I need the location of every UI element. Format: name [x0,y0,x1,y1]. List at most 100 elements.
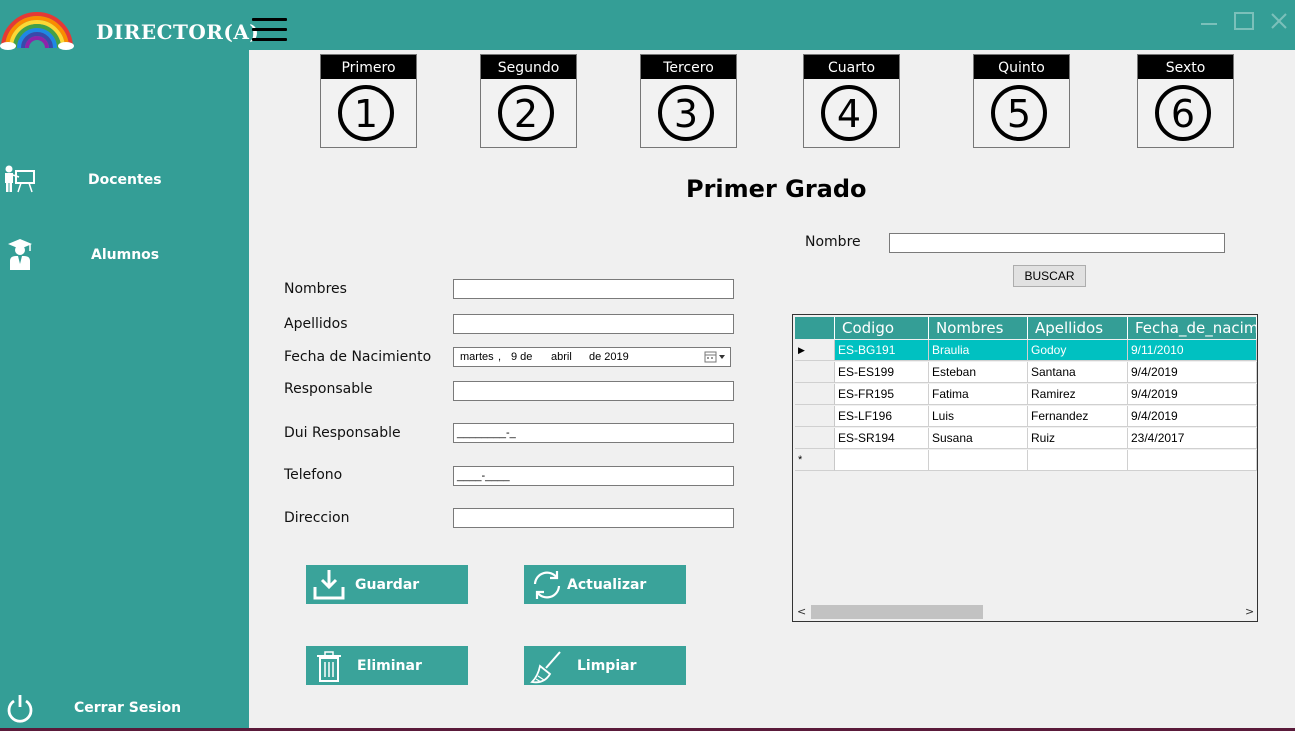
telefono-label: Telefono [284,467,343,483]
cell-fecha[interactable]: 23/4/2017 [1128,428,1257,449]
cell-apellidos[interactable]: Ruiz [1028,428,1128,449]
maximize-icon[interactable] [1233,10,1255,32]
column-header-nombres[interactable]: Nombres [929,317,1028,339]
grade-number-icon: 2 [498,85,554,141]
buscar-button[interactable]: BUSCAR [1013,265,1086,287]
cell-codigo[interactable] [835,450,929,471]
grade-label: Primero [321,55,416,79]
limpiar-button[interactable]: Limpiar [524,646,686,685]
cell-fecha[interactable]: 9/11/2010 [1128,340,1257,361]
minimize-icon[interactable] [1198,10,1220,32]
menu-icon[interactable] [252,18,288,46]
fecha-nacimiento-picker[interactable]: martes , 9 de abril de 2019 [453,347,731,367]
limpiar-label: Limpiar [577,658,637,674]
cell-nombres[interactable]: Esteban [929,362,1028,383]
nombres-input[interactable] [453,279,734,299]
close-icon[interactable] [1268,10,1290,32]
cell-apellidos[interactable]: Fernandez [1028,406,1128,427]
grade-button-sexto[interactable]: Sexto 6 [1137,54,1234,148]
search-label: Nombre [805,234,861,250]
grade-button-segundo[interactable]: Segundo 2 [480,54,577,148]
scroll-right-icon[interactable]: > [1245,604,1254,620]
grade-number-icon: 5 [991,85,1047,141]
cell-codigo[interactable]: ES-LF196 [835,406,929,427]
calendar-dropdown-icon[interactable] [704,350,728,367]
table-row[interactable]: ES-FR195 Fatima Ramirez 9/4/2019 [795,384,1257,406]
telefono-input[interactable]: ____-____ [453,466,734,486]
dui-responsable-input[interactable]: ________-_ [453,423,734,443]
sidebar [0,0,249,728]
dui-responsable-label: Dui Responsable [284,425,401,441]
row-header[interactable] [795,362,835,383]
sidebar-item-label: Alumnos [91,247,160,263]
cell-fecha[interactable]: 9/4/2019 [1128,384,1257,405]
eliminar-button[interactable]: Eliminar [306,646,468,685]
cell-fecha[interactable]: 9/4/2019 [1128,362,1257,383]
eliminar-label: Eliminar [357,658,422,674]
cell-apellidos[interactable] [1028,450,1128,471]
row-header[interactable] [795,428,835,449]
cell-nombres[interactable]: Luis [929,406,1028,427]
trash-icon [312,650,346,686]
date-month: abril [551,351,572,363]
grade-button-tercero[interactable]: Tercero 3 [640,54,737,148]
actualizar-label: Actualizar [567,577,647,593]
app-title: DIRECTOR(A) [96,20,260,44]
table-row[interactable]: ES-ES199 Esteban Santana 9/4/2019 [795,362,1257,384]
nombres-label: Nombres [284,281,347,297]
guardar-label: Guardar [355,577,420,593]
horizontal-scrollbar[interactable]: < > [793,604,1255,620]
cell-codigo[interactable]: ES-BG191 [835,340,929,361]
table-row[interactable]: ES-LF196 Luis Fernandez 9/4/2019 [795,406,1257,428]
direccion-input[interactable] [453,508,734,528]
student-icon [7,238,33,274]
cell-fecha[interactable]: 9/4/2019 [1128,406,1257,427]
grade-button-primero[interactable]: Primero 1 [320,54,417,148]
grid-corner-cell [795,317,835,339]
cell-nombres[interactable]: Susana [929,428,1028,449]
download-icon [312,569,346,605]
actualizar-button[interactable]: Actualizar [524,565,686,604]
cell-fecha[interactable] [1128,450,1257,471]
grade-button-cuarto[interactable]: Cuarto 4 [803,54,900,148]
grade-number-icon: 6 [1155,85,1211,141]
grade-number-icon: 3 [658,85,714,141]
students-grid[interactable]: Codigo Nombres Apellidos Fecha_de_nacim … [792,314,1258,622]
apellidos-label: Apellidos [284,316,348,332]
scroll-left-icon[interactable]: < [797,604,806,620]
sidebar-item-docentes[interactable]: Docentes [0,160,249,200]
grid-header-row: Codigo Nombres Apellidos Fecha_de_nacim [795,317,1257,339]
sidebar-item-alumnos[interactable]: Alumnos [0,235,249,275]
cell-nombres[interactable]: Braulia [929,340,1028,361]
row-selected-marker-icon: ▶ [795,340,835,361]
logout-button[interactable]: Cerrar Sesion [0,688,249,728]
row-header[interactable] [795,384,835,405]
column-header-apellidos[interactable]: Apellidos [1028,317,1128,339]
responsable-input[interactable] [453,381,734,401]
cell-codigo[interactable]: ES-ES199 [835,362,929,383]
cell-apellidos[interactable]: Santana [1028,362,1128,383]
cell-apellidos[interactable]: Ramirez [1028,384,1128,405]
new-row-marker-icon: * [795,450,835,471]
scrollbar-thumb[interactable] [811,605,983,619]
table-row[interactable]: ▶ ES-BG191 Braulia Godoy 9/11/2010 [795,340,1257,362]
power-icon [5,693,35,727]
cell-apellidos[interactable]: Godoy [1028,340,1128,361]
grade-number-icon: 1 [338,85,394,141]
guardar-button[interactable]: Guardar [306,565,468,604]
search-input[interactable] [889,233,1225,253]
row-header[interactable] [795,406,835,427]
cell-codigo[interactable]: ES-SR194 [835,428,929,449]
broom-icon [530,650,564,688]
cell-codigo[interactable]: ES-FR195 [835,384,929,405]
table-row[interactable]: ES-SR194 Susana Ruiz 23/4/2017 [795,428,1257,450]
column-header-fecha[interactable]: Fecha_de_nacim [1128,317,1257,339]
cell-nombres[interactable]: Fatima [929,384,1028,405]
rainbow-logo-icon [0,10,74,54]
fecha-nacimiento-label: Fecha de Nacimiento [284,349,432,365]
cell-nombres[interactable] [929,450,1028,471]
table-row-new[interactable]: * [795,450,1257,472]
column-header-codigo[interactable]: Codigo [835,317,929,339]
apellidos-input[interactable] [453,314,734,334]
grade-button-quinto[interactable]: Quinto 5 [973,54,1070,148]
